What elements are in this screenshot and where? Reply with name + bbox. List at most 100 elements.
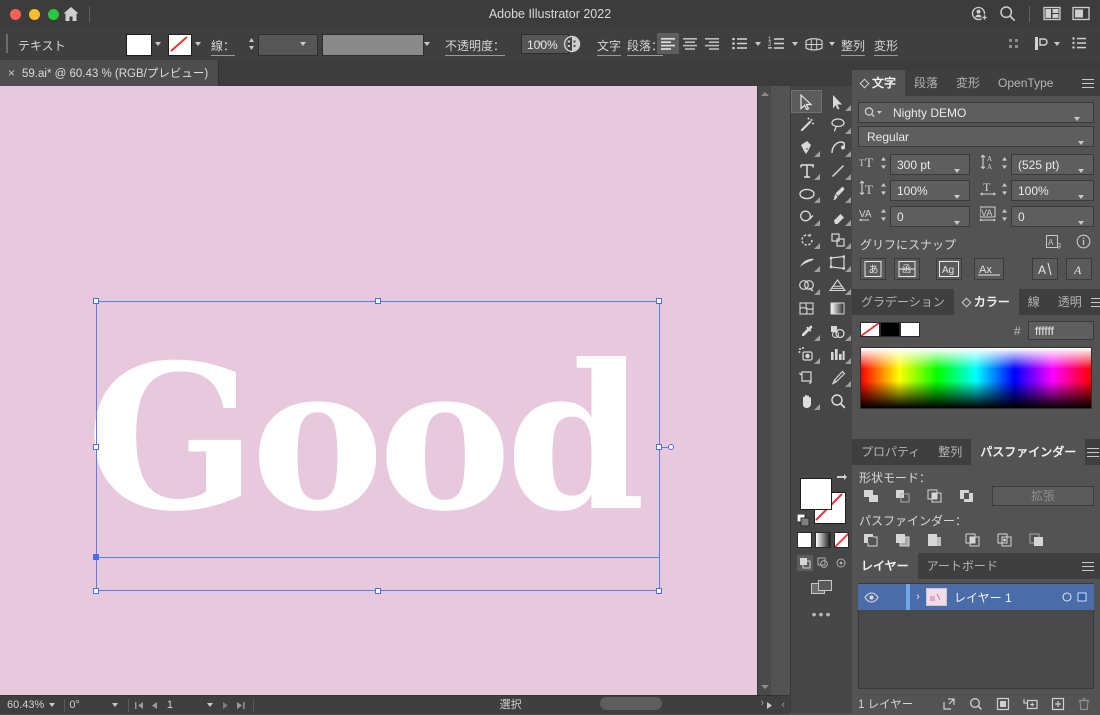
layer-visibility-icon[interactable] bbox=[858, 592, 884, 603]
canvas-vertical-scrollbar[interactable] bbox=[757, 86, 771, 695]
selection-handle-tr[interactable] bbox=[656, 298, 662, 304]
selection-handle-bl[interactable] bbox=[93, 588, 99, 594]
align-right-button[interactable] bbox=[701, 33, 723, 54]
vertical-scale-stepper[interactable] bbox=[879, 180, 888, 201]
make-clipping-mask-icon[interactable] bbox=[996, 697, 1010, 711]
selection-handle-ml[interactable] bbox=[93, 444, 99, 450]
unite-icon[interactable] bbox=[860, 487, 882, 505]
envelope-distort-chevron[interactable] bbox=[825, 34, 839, 54]
stroke-weight-chevron[interactable] bbox=[296, 34, 310, 54]
draw-behind-icon[interactable] bbox=[815, 555, 831, 571]
tab-transparency[interactable]: 透明 bbox=[1049, 289, 1091, 315]
tab-transform[interactable]: 変形 bbox=[947, 70, 989, 96]
font-style-chevron[interactable] bbox=[1078, 134, 1084, 148]
glyph-snap-button-5[interactable]: A bbox=[1066, 258, 1092, 280]
glyph-snap-button-1[interactable]: 函 bbox=[894, 258, 920, 280]
opacity-field[interactable]: 100% bbox=[521, 34, 569, 54]
selection-handle-tl[interactable] bbox=[93, 298, 99, 304]
direct-selection-tool[interactable] bbox=[822, 90, 853, 113]
layer-selected-indicator[interactable] bbox=[1077, 592, 1087, 602]
hand-tool[interactable] bbox=[791, 389, 822, 412]
glyph-snap-button-4[interactable]: A bbox=[1032, 258, 1058, 280]
info-icon[interactable] bbox=[1076, 234, 1091, 249]
slice-tool[interactable] bbox=[822, 366, 853, 389]
edit-toolbar-dots-icon[interactable]: ••• bbox=[791, 606, 853, 622]
font-size-stepper[interactable] bbox=[879, 154, 888, 175]
envelope-distort-icon[interactable] bbox=[803, 33, 825, 54]
shape-builder-tool[interactable] bbox=[791, 274, 822, 297]
leading-stepper[interactable] bbox=[1000, 154, 1009, 175]
trim-icon[interactable] bbox=[892, 531, 914, 549]
crop-icon[interactable] bbox=[962, 531, 984, 549]
tab-character[interactable]: 文字 bbox=[852, 70, 905, 96]
opacity-more-arrow[interactable]: › bbox=[538, 36, 542, 50]
line-segment-tool[interactable] bbox=[822, 159, 853, 182]
scroll-right-arrow[interactable]: › bbox=[760, 697, 764, 709]
fill-dropdown-chevron[interactable] bbox=[151, 34, 165, 54]
tab-gradient[interactable]: グラデーション bbox=[852, 289, 954, 315]
panel-menu-icon[interactable] bbox=[1072, 37, 1086, 49]
tab-align[interactable]: 整列 bbox=[929, 439, 971, 465]
glyph-snap-button-0[interactable]: あ bbox=[860, 258, 886, 280]
eyedropper-tool[interactable] bbox=[791, 320, 822, 343]
curvature-tool[interactable] bbox=[822, 136, 853, 159]
draw-normal-icon[interactable] bbox=[797, 555, 813, 571]
tab-opentype[interactable]: OpenType bbox=[989, 70, 1062, 96]
none-mode-icon[interactable] bbox=[834, 532, 849, 548]
horizontal-scroll-thumb[interactable] bbox=[600, 697, 662, 710]
swatch-white[interactable] bbox=[900, 322, 920, 337]
selection-handle-br[interactable] bbox=[656, 588, 662, 594]
artboard[interactable]: Good bbox=[0, 86, 757, 695]
lasso-tool[interactable] bbox=[822, 113, 853, 136]
quick-actions-icon[interactable] bbox=[1033, 35, 1048, 52]
control-bar-grip[interactable] bbox=[6, 34, 8, 53]
close-document-icon[interactable]: × bbox=[8, 67, 15, 79]
arrange-documents-icon[interactable] bbox=[1043, 6, 1061, 21]
free-transform-tool[interactable] bbox=[822, 251, 853, 274]
character-panel-menu-icon[interactable] bbox=[1076, 70, 1100, 96]
expand-button[interactable]: 拡張 bbox=[992, 486, 1094, 506]
align-menu-label[interactable]: 整列 bbox=[841, 37, 865, 56]
recolor-artwork-icon[interactable] bbox=[563, 35, 581, 53]
scale-tool[interactable] bbox=[822, 228, 853, 251]
pathfinder-panel-menu-icon[interactable] bbox=[1085, 439, 1100, 465]
stroke-profile-field[interactable] bbox=[322, 34, 424, 56]
font-family-field[interactable]: Nighty DEMO bbox=[858, 102, 1094, 123]
create-sublayer-icon[interactable] bbox=[1023, 697, 1038, 711]
color-panel-menu-icon[interactable] bbox=[1091, 289, 1100, 315]
exclude-icon[interactable] bbox=[956, 487, 978, 505]
glyph-snap-button-2[interactable]: Ag bbox=[936, 258, 962, 280]
selection-handle-mr[interactable] bbox=[656, 444, 662, 450]
stroke-dropdown-chevron[interactable] bbox=[191, 34, 205, 54]
tab-properties[interactable]: プロパティ bbox=[852, 439, 929, 465]
selection-tool[interactable] bbox=[791, 90, 822, 113]
numbered-list-chevron[interactable] bbox=[788, 34, 802, 54]
layer-row[interactable]: › レイヤー 1 bbox=[858, 584, 1094, 610]
layers-panel-menu-icon[interactable] bbox=[1076, 553, 1100, 579]
magic-wand-tool[interactable] bbox=[791, 113, 822, 136]
tab-color[interactable]: カラー bbox=[954, 289, 1019, 315]
font-family-chevron[interactable] bbox=[1074, 110, 1080, 124]
bulleted-list-chevron[interactable] bbox=[751, 34, 765, 54]
minus-back-icon[interactable] bbox=[1026, 531, 1048, 549]
canvas-horizontal-scrollbar[interactable]: › bbox=[0, 695, 770, 713]
tracking-chevron[interactable] bbox=[1078, 214, 1084, 228]
tab-artboards[interactable]: アートボード bbox=[918, 553, 1007, 579]
swatch-none[interactable] bbox=[860, 322, 880, 337]
swatch-black[interactable] bbox=[880, 322, 900, 337]
layer-expand-chevron-icon[interactable]: › bbox=[910, 591, 926, 603]
kerning-stepper[interactable] bbox=[879, 206, 888, 227]
perspective-grid-tool[interactable] bbox=[822, 274, 853, 297]
stroke-profile-chevron[interactable] bbox=[420, 34, 434, 54]
horizontal-scale-chevron[interactable] bbox=[1078, 188, 1084, 202]
screen-mode-icon[interactable] bbox=[811, 579, 833, 596]
layer-name[interactable]: レイヤー 1 bbox=[954, 589, 1012, 606]
workspace-switcher-icon[interactable] bbox=[1072, 6, 1090, 21]
minus-front-icon[interactable] bbox=[892, 487, 914, 505]
kerning-chevron[interactable] bbox=[954, 214, 960, 228]
blend-tool[interactable] bbox=[822, 320, 853, 343]
leading-chevron[interactable] bbox=[1078, 162, 1084, 176]
delete-layer-icon[interactable] bbox=[1078, 697, 1090, 711]
outline-icon[interactable] bbox=[994, 531, 1016, 549]
color-spectrum[interactable] bbox=[860, 347, 1092, 409]
